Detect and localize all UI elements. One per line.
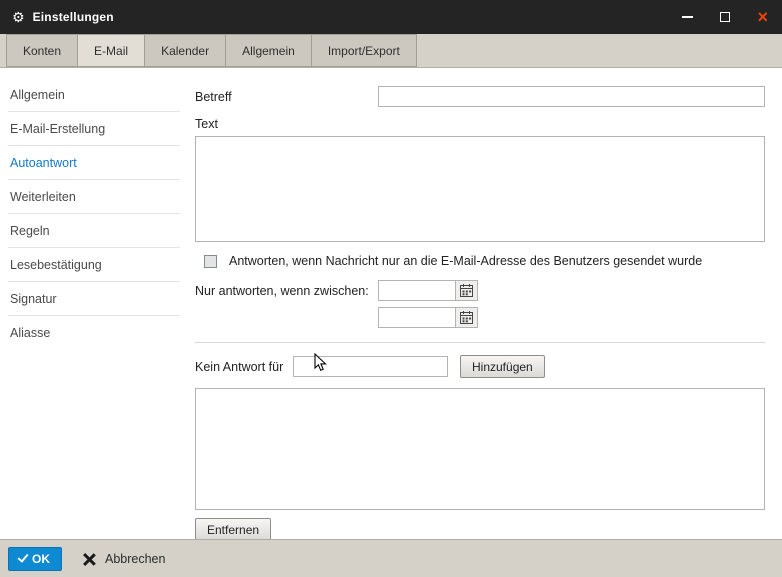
window-title: Einstellungen [32, 10, 114, 24]
sidebar-item-email-erstellung[interactable]: E-Mail-Erstellung [8, 112, 180, 146]
only-direct-row: Antworten, wenn Nachricht nur an die E-M… [204, 254, 765, 268]
sidebar-item-regeln[interactable]: Regeln [8, 214, 180, 248]
date-to-calendar-button[interactable] [455, 308, 477, 327]
calendar-icon [460, 284, 473, 297]
sidebar-item-weiterleiten[interactable]: Weiterleiten [8, 180, 180, 214]
calendar-icon [460, 311, 473, 324]
minimize-icon[interactable] [682, 16, 694, 18]
subject-input[interactable] [378, 86, 765, 107]
date-from-field [378, 280, 478, 301]
cancel-button[interactable]: Abbrechen [82, 552, 165, 566]
subject-label: Betreff [195, 90, 232, 104]
date-from-input[interactable] [379, 281, 455, 300]
sidebar-item-autoantwort[interactable]: Autoantwort [8, 146, 180, 180]
sidebar-item-allgemein[interactable]: Allgemein [8, 78, 180, 112]
tab-import-export[interactable]: Import/Export [310, 34, 417, 67]
no-reply-label: Kein Antwort für [195, 359, 284, 374]
tab-allgemein[interactable]: Allgemein [225, 34, 312, 67]
footer-bar: OK Abbrechen [0, 539, 782, 577]
cancel-button-label: Abbrechen [105, 551, 166, 566]
tab-bar: Konten E-Mail Kalender Allgemein Import/… [0, 34, 782, 68]
add-button[interactable]: Hinzufügen [460, 355, 545, 378]
section-divider [195, 342, 765, 343]
x-icon [82, 552, 96, 566]
date-to-input[interactable] [379, 308, 455, 327]
ok-button[interactable]: OK [8, 546, 62, 571]
close-icon[interactable]: × [757, 8, 768, 26]
date-range-row: Nur antworten, wenn zwischen: [195, 280, 765, 328]
sidebar-item-aliasse[interactable]: Aliasse [8, 316, 180, 350]
date-to-field [378, 307, 478, 328]
no-reply-row: Kein Antwort für Hinzufügen [195, 355, 765, 378]
window-controls: × [682, 8, 768, 26]
text-label: Text [195, 117, 218, 131]
tab-email[interactable]: E-Mail [77, 34, 146, 67]
ok-button-label: OK [32, 551, 50, 566]
date-range-inputs [378, 280, 478, 328]
sidebar-item-signatur[interactable]: Signatur [8, 282, 180, 316]
no-reply-list[interactable] [195, 388, 765, 510]
date-range-label: Nur antworten, wenn zwischen: [195, 284, 369, 298]
autoreply-panel: Betreff Text Antworten, wenn Nachricht n… [186, 68, 782, 539]
check-icon [17, 551, 29, 563]
tab-konten[interactable]: Konten [6, 34, 79, 67]
reply-text-textarea[interactable] [195, 136, 765, 242]
sidebar: Allgemein E-Mail-Erstellung Autoantwort … [0, 68, 186, 539]
settings-body: Allgemein E-Mail-Erstellung Autoantwort … [0, 68, 782, 539]
subject-row: Betreff [195, 86, 765, 107]
gear-icon: ⚙ [12, 9, 25, 25]
maximize-icon[interactable] [720, 12, 731, 22]
only-direct-label: Antworten, wenn Nachricht nur an die E-M… [229, 254, 703, 268]
no-reply-input[interactable] [293, 356, 448, 377]
date-from-calendar-button[interactable] [455, 281, 477, 300]
titlebar: ⚙ Einstellungen × [0, 0, 782, 34]
only-direct-checkbox[interactable] [204, 254, 217, 268]
sidebar-item-lesebestaetigung[interactable]: Lesebestätigung [8, 248, 180, 282]
settings-window: ⚙ Einstellungen × Konten E-Mail Kalender… [0, 0, 782, 577]
remove-button[interactable]: Entfernen [195, 518, 272, 539]
tab-kalender[interactable]: Kalender [144, 34, 227, 67]
